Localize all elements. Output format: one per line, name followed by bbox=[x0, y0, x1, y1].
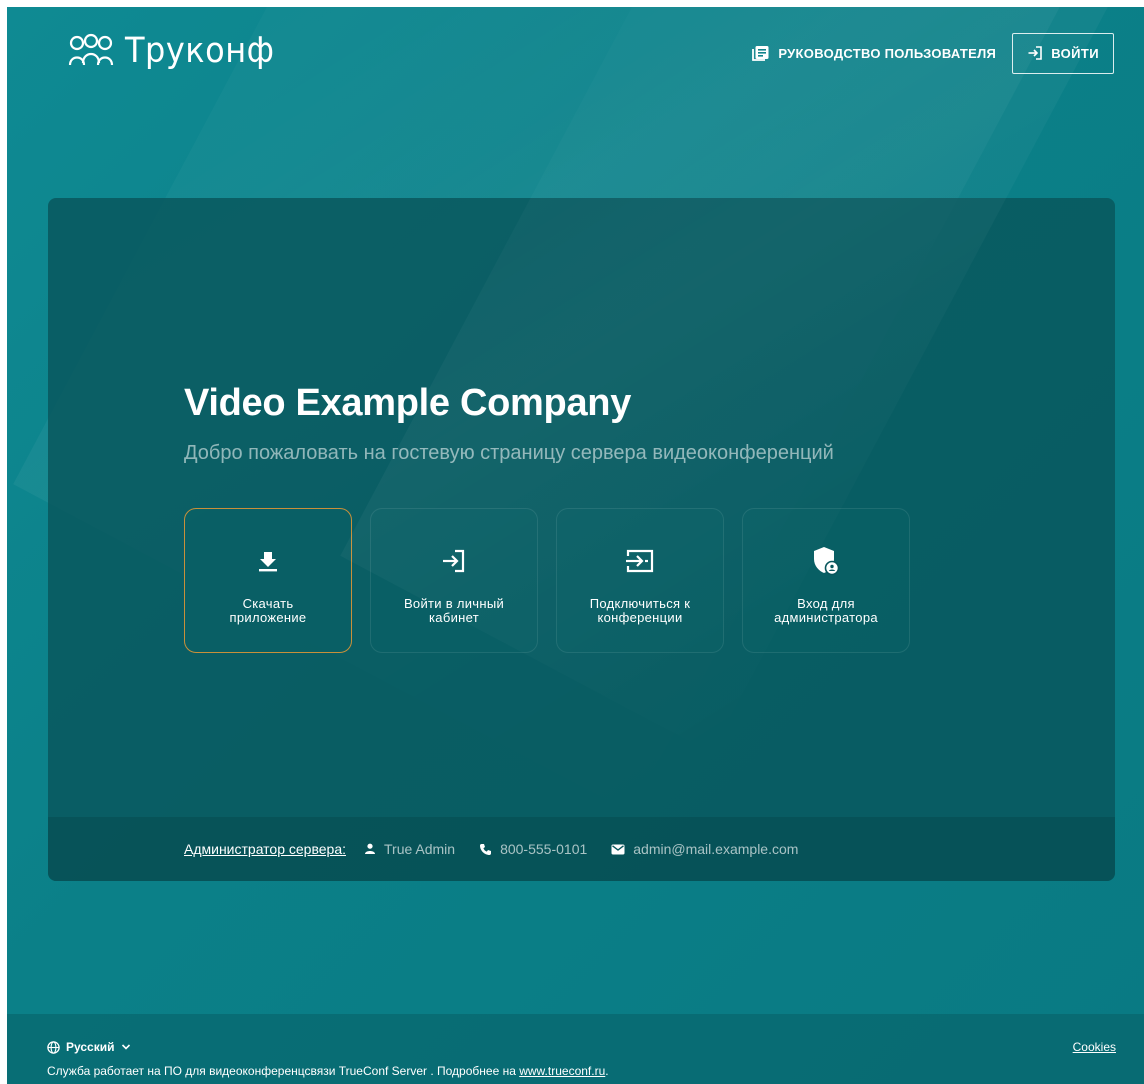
tile-personal-account-label: Войти в личный кабинет bbox=[403, 596, 505, 625]
language-selector[interactable]: Русский bbox=[47, 1040, 131, 1054]
footer-note: Служба работает на ПО для видеоконференц… bbox=[47, 1064, 609, 1078]
tile-personal-account[interactable]: Войти в личный кабинет bbox=[370, 508, 538, 653]
admin-email: admin@mail.example.com bbox=[611, 841, 798, 857]
tile-join-conference-label: Подключиться к конференции bbox=[589, 596, 691, 625]
person-icon bbox=[365, 843, 375, 854]
join-conference-icon bbox=[626, 549, 654, 573]
page-viewport: Труконф РУКОВОДСТВО ПОЛЬЗОВАТЕЛЯ ВОЙТИ V… bbox=[0, 0, 1144, 1084]
download-icon bbox=[259, 552, 277, 572]
tile-download-label: Скачать приложение bbox=[229, 596, 307, 625]
chevron-down-icon bbox=[121, 1044, 130, 1050]
language-label: Русский bbox=[66, 1040, 115, 1054]
admin-phone: 800-555-0101 bbox=[479, 841, 587, 857]
trueconf-logo-icon bbox=[68, 33, 114, 66]
footer-note-prefix: Служба работает на ПО для видеоконференц… bbox=[47, 1064, 520, 1078]
server-admin-bar: Администратор сервера: True Admin 800-55… bbox=[48, 817, 1115, 881]
admin-name: True Admin bbox=[364, 841, 455, 857]
cookies-link[interactable]: Cookies bbox=[1073, 1040, 1116, 1054]
header-nav: РУКОВОДСТВО ПОЛЬЗОВАТЕЛЯ ВОЙТИ bbox=[752, 32, 1114, 74]
welcome-card: Video Example Company Добро пожаловать н… bbox=[48, 198, 1115, 881]
company-title: Video Example Company bbox=[184, 382, 632, 424]
user-guide-link[interactable]: РУКОВОДСТВО ПОЛЬЗОВАТЕЛЯ bbox=[752, 45, 996, 61]
trueconf-site-link[interactable]: www.trueconf.ru bbox=[519, 1064, 605, 1078]
footer-note-suffix: . bbox=[605, 1064, 609, 1078]
tile-admin-login-label: Вход для администратора bbox=[774, 596, 878, 625]
login-button-label: ВОЙТИ bbox=[1051, 45, 1099, 61]
admin-name-text: True Admin bbox=[384, 841, 456, 857]
phone-icon bbox=[480, 843, 492, 855]
page-footer: Русский Cookies Служба работает на ПО дл… bbox=[7, 1014, 1144, 1084]
admin-shield-icon bbox=[814, 547, 840, 576]
user-guide-label: РУКОВОДСТВО ПОЛЬЗОВАТЕЛЯ bbox=[778, 45, 997, 61]
welcome-subtitle: Добро пожаловать на гостевую страницу се… bbox=[184, 442, 834, 464]
tile-join-conference[interactable]: Подключиться к конференции bbox=[556, 508, 724, 653]
login-icon bbox=[1028, 46, 1042, 60]
envelope-icon bbox=[611, 844, 625, 854]
logo-text: Труконф bbox=[125, 29, 275, 71]
book-icon bbox=[752, 46, 769, 61]
login-button[interactable]: ВОЙТИ bbox=[1012, 32, 1114, 74]
trueconf-logo[interactable]: Труконф bbox=[67, 29, 274, 71]
admin-phone-text: 800-555-0101 bbox=[500, 841, 588, 857]
action-tiles: Скачать приложение Войти в личный кабине… bbox=[184, 508, 910, 653]
tile-admin-login[interactable]: Вход для администратора bbox=[742, 508, 910, 653]
admin-email-text: admin@mail.example.com bbox=[633, 841, 799, 857]
login-icon bbox=[443, 549, 465, 573]
tile-download-app[interactable]: Скачать приложение bbox=[184, 508, 352, 653]
globe-icon bbox=[47, 1040, 60, 1054]
server-admin-label[interactable]: Администратор сервера: bbox=[184, 841, 346, 857]
